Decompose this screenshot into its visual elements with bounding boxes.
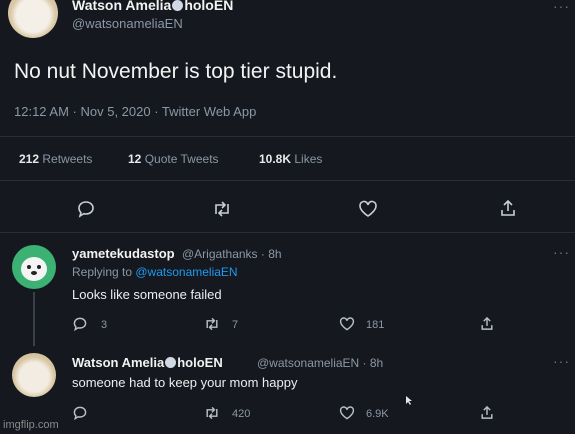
author-name-part-1: Watson Amelia bbox=[72, 0, 172, 13]
reply2-author-name-part-2: holoEN bbox=[177, 355, 223, 370]
likes-count: 10.8K bbox=[259, 152, 292, 166]
quote-tweets-stat[interactable]: 12 Quote Tweets bbox=[128, 152, 219, 166]
author-avatar[interactable] bbox=[8, 0, 58, 38]
tweet-timestamp[interactable]: 12:12 AM · Nov 5, 2020 · Twitter Web App bbox=[14, 104, 256, 119]
more-options-icon[interactable]: ··· bbox=[553, 0, 570, 14]
reply2-more-options-icon[interactable]: ··· bbox=[553, 353, 570, 369]
reply1-retweet-count: 7 bbox=[232, 319, 239, 331]
quote-tweets-count: 12 bbox=[128, 152, 142, 166]
reply1-reply-count: 3 bbox=[101, 319, 108, 331]
watermark: imgflip.com bbox=[3, 419, 59, 431]
retweets-stat[interactable]: 212 Retweets bbox=[19, 152, 92, 166]
reply2-retweet-count: 420 bbox=[232, 408, 251, 420]
reply2-avatar[interactable] bbox=[12, 353, 56, 397]
share-icon[interactable] bbox=[498, 198, 518, 218]
reply1-avatar[interactable] bbox=[12, 245, 56, 289]
divider bbox=[0, 180, 575, 181]
reply1-replying-to: Replying to @watsonameliaEN bbox=[72, 265, 238, 279]
reply1-author-name[interactable]: yametekudastop bbox=[72, 246, 175, 261]
reply1-share-icon[interactable] bbox=[479, 315, 495, 332]
reply1-more-options-icon[interactable]: ··· bbox=[553, 244, 570, 260]
tweet-text: No nut November is top tier stupid. bbox=[14, 60, 338, 83]
reply2-handle-time[interactable]: @watsonameliaEN · 8h bbox=[257, 356, 383, 370]
divider bbox=[0, 232, 575, 233]
reply2-author-name[interactable]: Watson Amelia holoEN bbox=[72, 355, 223, 370]
reply1-text: Looks like someone failed bbox=[72, 287, 222, 302]
author-name-part-2: holoEN bbox=[184, 0, 234, 13]
author-name[interactable]: Watson Amelia holoEN bbox=[72, 0, 233, 13]
reply1-like-count: 181 bbox=[366, 319, 385, 331]
retweet-icon[interactable] bbox=[211, 199, 233, 219]
reply2-like-count: 6.9K bbox=[366, 408, 389, 420]
replying-to-label: Replying to bbox=[72, 265, 136, 279]
reply1-handle-time[interactable]: @Arigathanks · 8h bbox=[182, 247, 282, 261]
ghost-face-icon bbox=[21, 257, 47, 281]
reply2-share-icon[interactable] bbox=[479, 404, 495, 421]
reply1-retweet-icon[interactable] bbox=[203, 316, 221, 332]
thread-line bbox=[33, 292, 35, 346]
quote-tweets-label: Quote Tweets bbox=[144, 152, 219, 166]
reply2-text: someone had to keep your mom happy bbox=[72, 375, 298, 390]
likes-stat[interactable]: 10.8K Likes bbox=[259, 152, 322, 166]
reply2-like-icon[interactable] bbox=[338, 405, 356, 421]
author-handle[interactable]: @watsonameliaEN bbox=[72, 16, 183, 31]
mouse-cursor-icon bbox=[405, 395, 413, 406]
reply2-reply-icon[interactable] bbox=[72, 405, 88, 421]
retweets-label: Retweets bbox=[42, 152, 93, 166]
likes-label: Likes bbox=[294, 152, 323, 166]
reply2-retweet-icon[interactable] bbox=[203, 405, 221, 421]
reply2-author-name-part-1: Watson Amelia bbox=[72, 355, 165, 370]
reply1-like-icon[interactable] bbox=[338, 316, 356, 332]
reply-icon[interactable] bbox=[76, 199, 96, 219]
verified-icon bbox=[165, 357, 177, 368]
divider bbox=[0, 136, 575, 137]
replying-to-link[interactable]: @watsonameliaEN bbox=[135, 265, 237, 279]
reply1-reply-icon[interactable] bbox=[72, 316, 88, 332]
like-icon[interactable] bbox=[357, 199, 379, 219]
retweets-count: 212 bbox=[19, 152, 40, 166]
verified-icon bbox=[172, 0, 184, 11]
